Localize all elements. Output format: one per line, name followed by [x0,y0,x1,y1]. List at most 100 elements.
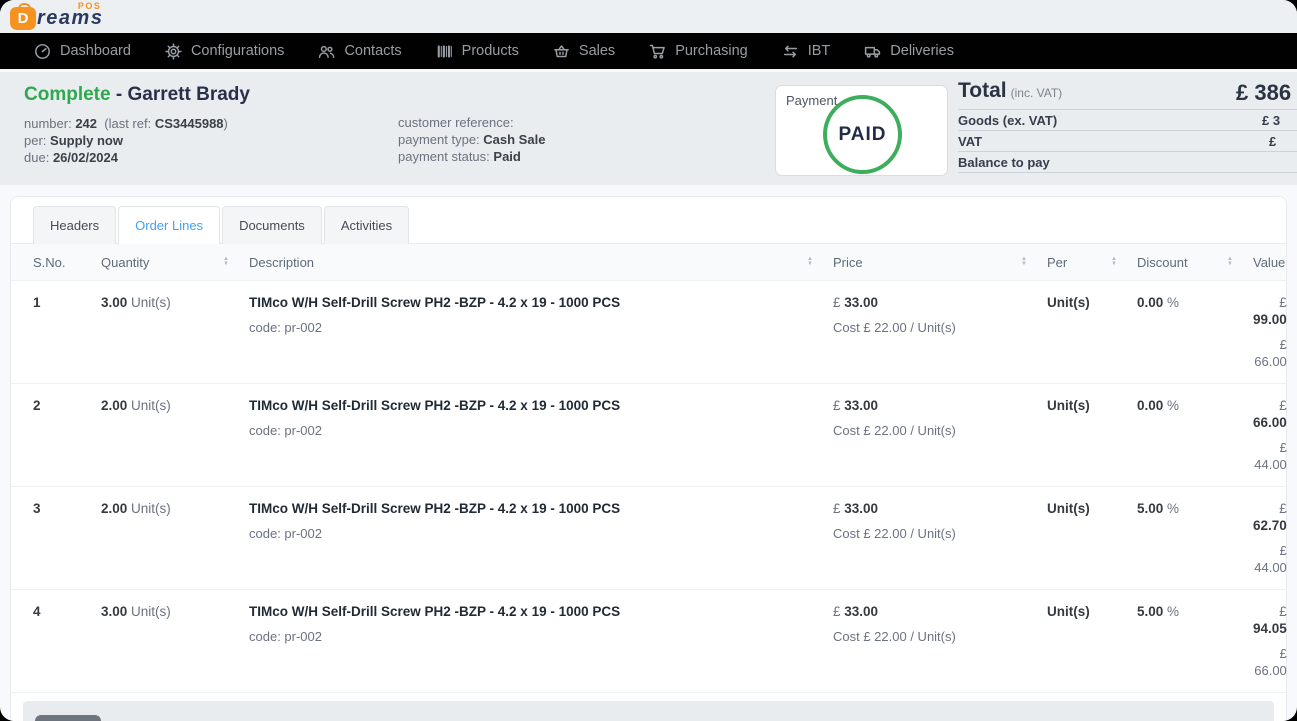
row-value-sub: £ 66.00 [1253,336,1287,370]
nav-item-deliveries[interactable]: Deliveries [847,33,971,69]
row-value-sub: £ 66.00 [1253,645,1287,679]
col-header-price[interactable]: Price▲▼ [833,255,1047,270]
row-sno: 1 [33,294,101,370]
row-price: £ 33.00 Cost £ 22.00 / Unit(s) [833,397,1047,473]
due-date: 26/02/2024 [53,150,118,165]
nav-item-ibt[interactable]: IBT [765,33,848,69]
nav-item-contacts[interactable]: Contacts [301,33,418,69]
order-header: Complete - Garrett Brady number: 242 (la… [0,72,1297,185]
tab-bar: Headers Order Lines Documents Activities [11,197,1286,244]
last-ref: CS3445988 [155,116,224,131]
row-price: £ 33.00 Cost £ 22.00 / Unit(s) [833,500,1047,576]
payment-card: Payment PAID [775,85,948,176]
col-header-sno: S.No. [33,255,101,270]
row-discount: 0.00 % [1137,294,1253,370]
payment-status-line: payment status: Paid [398,148,545,165]
row-value: £ 99.00 £ 66.00 [1253,294,1293,370]
row-product-code: code: pr-002 [249,628,833,645]
col-header-per[interactable]: Per▲▼ [1047,255,1137,270]
order-per-line: per: Supply now [24,132,250,149]
ibt-icon [782,43,799,60]
col-header-description[interactable]: Description▲▼ [249,255,833,270]
row-sno: 3 [33,500,101,576]
row-quantity: 2.00 Unit(s) [101,500,249,576]
row-quantity: 2.00 Unit(s) [101,397,249,473]
nav-label: Dashboard [60,43,131,59]
goods-ex-vat-value: £ 3 [1262,113,1280,128]
tab-documents[interactable]: Documents [222,206,322,244]
nav-label: Products [462,43,519,59]
nav-label: Configurations [191,43,285,59]
row-value: £ 62.70 £ 44.00 [1253,500,1293,576]
order-number: 242 [75,116,97,131]
row-price: £ 33.00 Cost £ 22.00 / Unit(s) [833,294,1047,370]
app-window: D reams POS Dashboard Configurations Con… [0,0,1297,721]
sort-icon[interactable]: ▲▼ [1111,257,1117,267]
totals-panel: Total(inc. VAT) £ 386 Goods (ex. VAT) £ … [958,79,1297,173]
contacts-icon [318,43,335,60]
row-cost: Cost £ 22.00 / Unit(s) [833,319,1047,336]
row-discount: 5.00 % [1137,500,1253,576]
table-row: 1 3.00 Unit(s) TIMco W/H Self-Drill Scre… [11,281,1286,384]
tab-order-lines[interactable]: Order Lines [118,206,220,244]
row-value: £ 66.00 £ 44.00 [1253,397,1293,473]
row-value: £ 94.05 £ 66.00 [1253,603,1293,679]
purchasing-icon [649,43,666,60]
nav-item-sales[interactable]: Sales [536,33,632,69]
sort-icon[interactable]: ▲▼ [807,257,813,267]
nav-item-dashboard[interactable]: Dashboard [17,33,148,69]
brand-logo[interactable]: D reams POS [10,0,103,33]
tab-activities[interactable]: Activities [324,206,409,244]
col-header-value[interactable]: Value [1253,255,1285,270]
sort-icon[interactable]: ▲▼ [1021,257,1027,267]
order-number-line: number: 242 (last ref: CS3445988) [24,115,250,132]
paid-badge-text: PAID [839,124,887,146]
row-product-code: code: pr-002 [249,319,833,336]
vat-row: VAT £ [958,131,1297,152]
row-per: Unit(s) [1047,500,1137,576]
nav-label: Purchasing [675,43,748,59]
col-header-discount[interactable]: Discount▲▼ [1137,255,1253,270]
row-sno: 4 [33,603,101,679]
sales-icon [553,43,570,60]
nav-label: Sales [579,43,615,59]
nav-item-products[interactable]: Products [419,33,536,69]
sort-icon[interactable]: ▲▼ [1227,257,1233,267]
row-product-code: code: pr-002 [249,422,833,439]
goods-ex-vat-row: Goods (ex. VAT) £ 3 [958,110,1297,131]
row-cost: Cost £ 22.00 / Unit(s) [833,525,1047,542]
row-quantity: 3.00 Unit(s) [101,294,249,370]
brand-pos-label: POS [78,1,102,11]
payment-info: customer reference: payment type: Cash S… [398,114,545,165]
tab-headers[interactable]: Headers [33,206,116,244]
nav-item-purchasing[interactable]: Purchasing [632,33,765,69]
deliveries-icon [864,43,881,60]
col-header-quantity[interactable]: Quantity▲▼ [101,255,249,270]
brand-bag-icon: D [10,7,36,30]
card-footer: Close [23,701,1274,721]
payment-type: Cash Sale [483,132,545,147]
payment-status: Paid [493,149,520,164]
table-row: 3 2.00 Unit(s) TIMco W/H Self-Drill Scre… [11,487,1286,590]
row-description: TIMco W/H Self-Drill Screw PH2 -BZP - 4.… [249,500,833,576]
paid-badge: PAID [823,95,902,174]
nav-item-configurations[interactable]: Configurations [148,33,302,69]
row-discount: 5.00 % [1137,603,1253,679]
dashboard-icon [34,43,51,60]
row-product-code: code: pr-002 [249,525,833,542]
order-summary: Complete - Garrett Brady number: 242 (la… [24,84,250,166]
close-button[interactable]: Close [35,715,101,721]
row-description: TIMco W/H Self-Drill Screw PH2 -BZP - 4.… [249,294,833,370]
row-sno: 2 [33,397,101,473]
row-discount: 0.00 % [1137,397,1253,473]
row-per: Unit(s) [1047,397,1137,473]
row-price: £ 33.00 Cost £ 22.00 / Unit(s) [833,603,1047,679]
row-per: Unit(s) [1047,603,1137,679]
main-nav: Dashboard Configurations Contacts Produc… [0,33,1297,69]
total-inc-vat-value: £ 386 [1236,80,1291,106]
customer-reference-line: customer reference: [398,114,545,131]
row-description: TIMco W/H Self-Drill Screw PH2 -BZP - 4.… [249,603,833,679]
sort-icon[interactable]: ▲▼ [223,257,229,267]
order-lines-card: Headers Order Lines Documents Activities… [10,196,1287,721]
products-icon [436,43,453,60]
